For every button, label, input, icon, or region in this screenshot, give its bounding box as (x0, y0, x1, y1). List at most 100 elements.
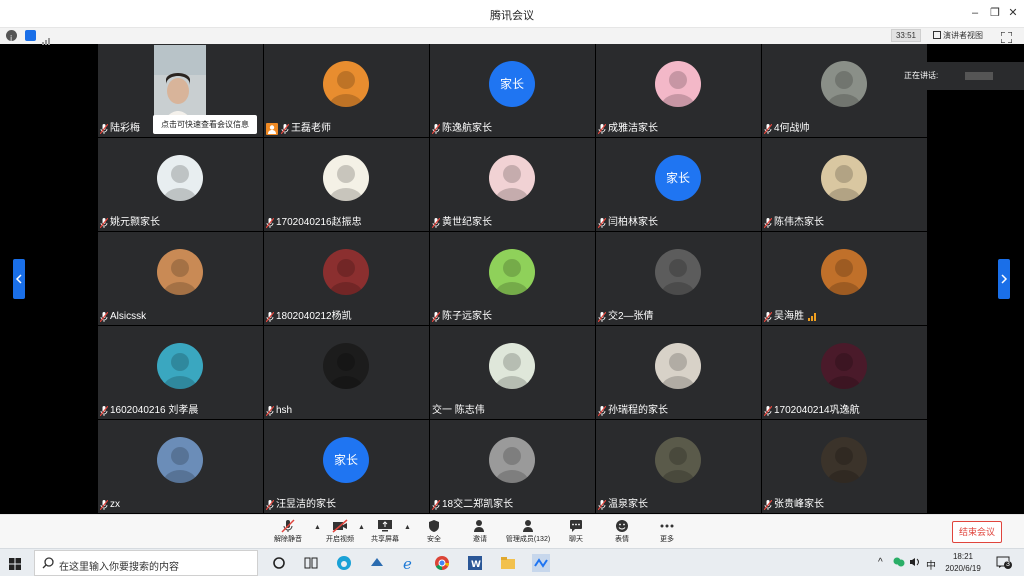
participant-tile[interactable]: 1702040216赵振忠 (264, 138, 429, 231)
tray-expand-icon[interactable]: ^ (878, 557, 883, 568)
participant-tile[interactable]: 陈伟杰家长 (762, 138, 927, 231)
participant-tile[interactable]: 黄世纪家长 (430, 138, 595, 231)
muted-mic-icon (99, 499, 109, 511)
meeting-timer: 33:51 (891, 29, 921, 42)
participant-name: hsh (276, 405, 293, 416)
participant-name: 陈逸航家长 (442, 123, 492, 134)
participant-name: 交一 陈志伟 (432, 405, 485, 416)
participant-tile[interactable]: Alsicssk (98, 232, 263, 325)
security-button[interactable]: 安全 (412, 519, 456, 547)
participant-tile[interactable]: 温泉家长 (596, 420, 761, 513)
participant-tile[interactable]: 吴海胜 (762, 232, 927, 325)
participant-avatar (323, 61, 369, 107)
file-explorer-icon[interactable] (499, 554, 517, 572)
participant-label: Alsicssk (99, 310, 146, 324)
start-video-button[interactable]: 开启视频 (318, 519, 362, 547)
taskbar-search-box[interactable]: 在这里输入你要搜索的内容 (34, 550, 258, 576)
word-icon[interactable]: W (466, 554, 484, 572)
participant-label: 成雅洁家长 (597, 122, 658, 136)
manage-members-button[interactable]: 管理成员(132) (504, 519, 552, 547)
participant-label: 孙瑞程的家长 (597, 404, 668, 418)
shield-icon[interactable] (25, 30, 36, 41)
participant-tile[interactable]: 姚元颢家长 (98, 138, 263, 231)
muted-mic-icon (99, 217, 109, 229)
ime-indicator[interactable]: 中 (926, 557, 936, 572)
participant-name: 陈子远家长 (442, 311, 492, 322)
end-meeting-button[interactable]: 结束会议 (952, 521, 1002, 543)
participant-label: 姚元颢家长 (99, 216, 160, 230)
smile-icon (616, 520, 628, 532)
system-clock[interactable]: 18:21 2020/6/19 (940, 551, 986, 575)
reactions-button[interactable]: 表情 (600, 519, 644, 547)
svg-text:i: i (10, 34, 12, 43)
participant-avatar (821, 249, 867, 295)
unmute-button[interactable]: 解除静音 (266, 519, 310, 547)
participant-tile[interactable]: 1602040216 刘孝晨 (98, 326, 263, 419)
participant-avatar (821, 155, 867, 201)
participant-tile[interactable]: 家长 汪昱洁的家长 (264, 420, 429, 513)
volume-icon[interactable] (909, 557, 921, 570)
app-icon[interactable] (368, 554, 386, 572)
close-button[interactable]: ✕ (1004, 5, 1022, 21)
participant-tile[interactable]: 18交二郑凯家长 (430, 420, 595, 513)
previous-page-button[interactable] (13, 259, 25, 299)
participant-avatar (655, 437, 701, 483)
participant-label: 1702040214巩逸航 (763, 404, 860, 418)
fullscreen-icon[interactable] (1000, 30, 1013, 44)
participant-tile[interactable]: hsh (264, 326, 429, 419)
participant-tile[interactable]: 交2—张倩 (596, 232, 761, 325)
share-screen-icon (378, 520, 392, 532)
info-icon[interactable]: i (6, 30, 17, 43)
chat-icon (570, 520, 582, 532)
windows-start-icon[interactable] (9, 557, 21, 570)
participant-label: 王磊老师 (266, 122, 331, 136)
task-view-icon[interactable] (302, 554, 320, 572)
meeting-info-tooltip: 点击可快速查看会议信息 (153, 115, 257, 134)
notification-center-icon[interactable]: 3 (996, 555, 1012, 569)
participant-tile[interactable]: 张贵峰家长 (762, 420, 927, 513)
participant-tile[interactable]: 家长 陈逸航家长 (430, 44, 595, 137)
participant-tile[interactable]: 4何战帅 (762, 44, 927, 137)
speaker-view-button[interactable]: 演讲者视图 (933, 29, 983, 42)
participant-avatar (821, 437, 867, 483)
share-options-caret[interactable]: ▲ (404, 524, 411, 531)
participant-tile[interactable]: 陈子远家长 (430, 232, 595, 325)
participant-tile[interactable]: 成雅洁家长 (596, 44, 761, 137)
wechat-tray-icon[interactable] (893, 557, 905, 570)
restore-button[interactable]: ❐ (986, 5, 1004, 21)
participant-tile[interactable]: zx (98, 420, 263, 513)
invite-button[interactable]: 邀请 (458, 519, 502, 547)
participant-name: 闫柏林家长 (608, 217, 658, 228)
meeting-info-bar: i 33:51 演讲者视图 (0, 28, 1024, 45)
participant-tile[interactable]: 交一 陈志伟 (430, 326, 595, 419)
participant-tile[interactable]: 王磊老师 (264, 44, 429, 137)
participant-name: 黄世纪家长 (442, 217, 492, 228)
chat-button[interactable]: 聊天 (554, 519, 598, 547)
participant-tile[interactable]: 家长 闫柏林家长 (596, 138, 761, 231)
participant-name: 陈伟杰家长 (774, 217, 824, 228)
minimize-button[interactable]: – (966, 5, 984, 21)
muted-mic-icon (763, 311, 773, 323)
more-button[interactable]: 更多 (645, 519, 689, 547)
internet-explorer-icon[interactable]: e (400, 554, 418, 573)
share-screen-button[interactable]: 共享屏幕 (363, 519, 407, 547)
cortana-icon[interactable] (270, 554, 288, 572)
edge-browser-icon[interactable] (335, 554, 353, 572)
participant-tile[interactable]: 孙瑞程的家长 (596, 326, 761, 419)
participant-name: 姚元颢家长 (110, 217, 160, 228)
participant-label: 18交二郑凯家长 (431, 498, 513, 512)
participant-avatar (821, 343, 867, 389)
signal-bars-icon (42, 32, 52, 45)
participant-name: 张贵峰家长 (774, 499, 824, 510)
muted-mic-icon (597, 311, 607, 323)
participant-name: 1702040214巩逸航 (774, 405, 860, 416)
muted-mic-icon (597, 217, 607, 229)
svg-text:e: e (403, 555, 412, 572)
participant-label: 陈子远家长 (431, 310, 492, 324)
next-page-button[interactable] (998, 259, 1010, 299)
tencent-meeting-icon[interactable] (532, 554, 550, 572)
participant-avatar (655, 61, 701, 107)
participant-tile[interactable]: 1802040212杨凯 (264, 232, 429, 325)
participant-tile[interactable]: 1702040214巩逸航 (762, 326, 927, 419)
chrome-icon[interactable] (433, 554, 451, 572)
